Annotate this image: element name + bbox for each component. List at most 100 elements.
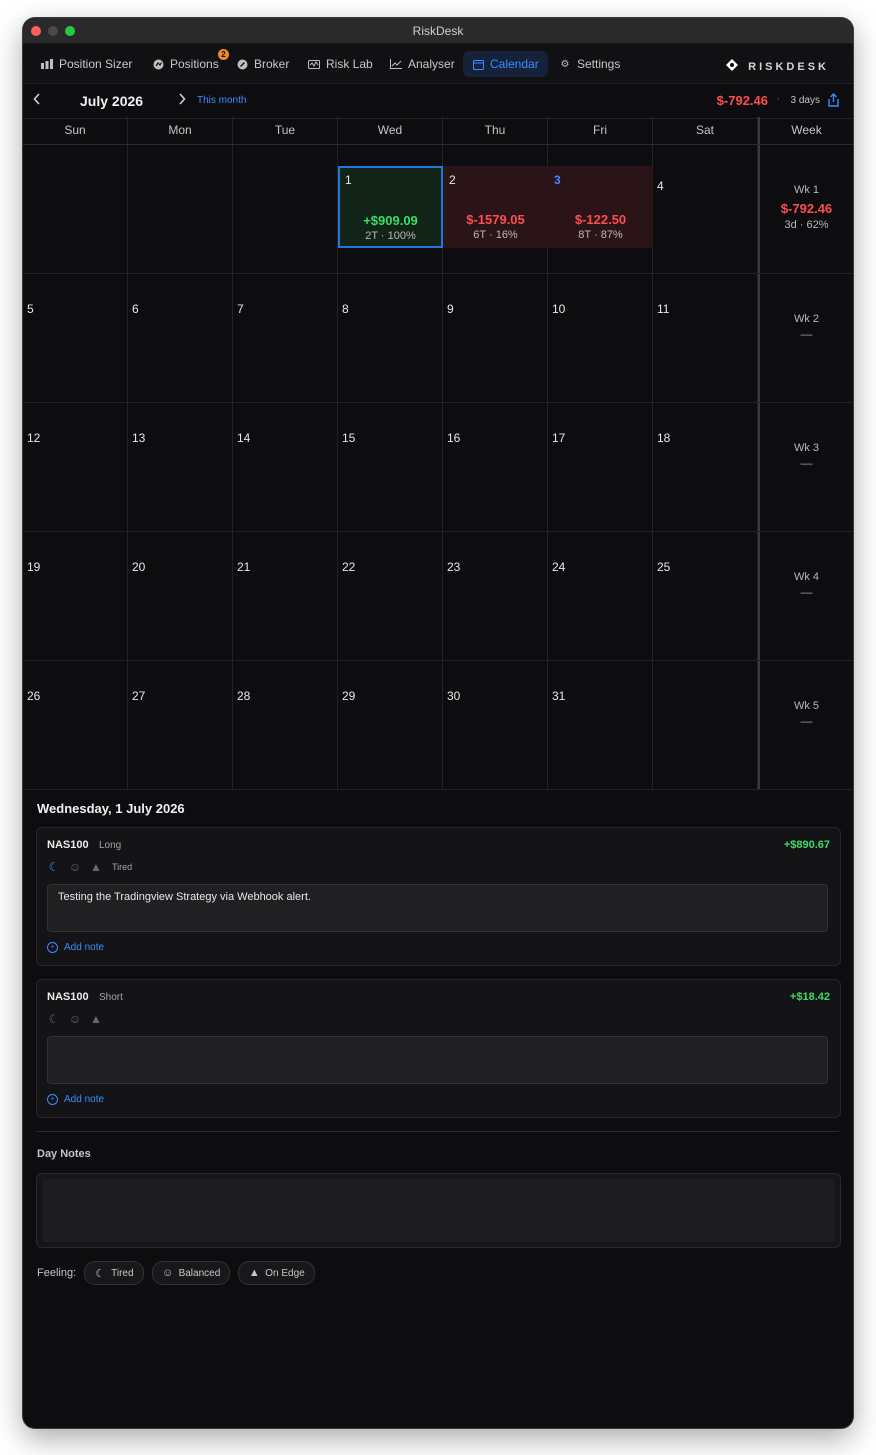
calendar-day-25[interactable]: 25 bbox=[653, 532, 758, 660]
share-icon[interactable] bbox=[827, 93, 841, 107]
calendar-day-6[interactable]: 6 bbox=[128, 274, 233, 402]
calendar-day-20[interactable]: 20 bbox=[128, 532, 233, 660]
day-tile-selected[interactable]: 1 +$909.09 2T · 100% bbox=[338, 166, 443, 248]
calendar-day-18[interactable]: 18 bbox=[653, 403, 758, 531]
calendar-day-21[interactable]: 21 bbox=[233, 532, 338, 660]
trade-feeling-icons: ☾ ☺ ▲ bbox=[47, 1012, 103, 1026]
balanced-smile-icon[interactable]: ☺ bbox=[68, 1012, 82, 1026]
riskdesk-logo-icon bbox=[726, 59, 739, 74]
calendar-day-17[interactable]: 17 bbox=[548, 403, 653, 531]
on-edge-warning-icon[interactable]: ▲ bbox=[89, 860, 103, 874]
calendar-day-22[interactable]: 22 bbox=[338, 532, 443, 660]
calendar-day-11[interactable]: 11 bbox=[653, 274, 758, 402]
add-note-button[interactable]: + Add note bbox=[47, 1094, 104, 1105]
weekday-sun: Sun bbox=[23, 117, 128, 144]
positions-count-badge: 2 bbox=[218, 49, 229, 60]
add-note-button[interactable]: + Add note bbox=[47, 942, 104, 953]
balanced-smile-icon[interactable]: ☺ bbox=[68, 860, 82, 874]
calendar-day-29[interactable]: 29 bbox=[338, 661, 443, 789]
positions-icon bbox=[152, 58, 164, 70]
warning-icon: ▲ bbox=[248, 1267, 260, 1279]
chip-label: On Edge bbox=[265, 1267, 305, 1279]
calendar-week-row: 26 27 28 29 30 31 Wk 5 — bbox=[23, 661, 853, 790]
feeling-label: Feeling: bbox=[37, 1267, 77, 1279]
nav-broker[interactable]: Broker bbox=[226, 51, 299, 77]
analyser-icon bbox=[390, 58, 402, 70]
feeling-chip-balanced[interactable]: ☺ Balanced bbox=[151, 1261, 231, 1285]
on-edge-warning-icon[interactable]: ▲ bbox=[89, 1012, 103, 1026]
nav-position-sizer[interactable]: Position Sizer bbox=[31, 51, 142, 77]
trade-feeling-icons: ☾ ☺ ▲ Tired bbox=[47, 860, 133, 874]
nav-risk-lab[interactable]: Risk Lab bbox=[298, 51, 383, 77]
tired-moon-icon[interactable]: ☾ bbox=[47, 860, 61, 874]
nav-label: Calendar bbox=[490, 57, 539, 71]
day-tile-today[interactable]: 3 $-122.50 8T · 87% bbox=[548, 166, 653, 248]
tired-moon-icon[interactable]: ☾ bbox=[47, 1012, 61, 1026]
nav-label: Position Sizer bbox=[59, 57, 133, 71]
day-notes-textarea[interactable] bbox=[42, 1179, 835, 1242]
calendar-day-10[interactable]: 10 bbox=[548, 274, 653, 402]
add-note-label: Add note bbox=[64, 1094, 105, 1105]
day-stats: 2T · 100% bbox=[365, 230, 416, 242]
calendar-day-26[interactable]: 26 bbox=[23, 661, 128, 789]
trade-note-field[interactable] bbox=[47, 1036, 828, 1084]
trade-note-text: Testing the Tradingview Strategy via Web… bbox=[58, 891, 311, 903]
day-stats: 8T · 87% bbox=[578, 229, 623, 241]
calendar-week-row: 1 +$909.09 2T · 100% 2 $-1579.05 6T · 16… bbox=[23, 145, 853, 274]
calendar-day-23[interactable]: 23 bbox=[443, 532, 548, 660]
calendar-day-8[interactable]: 8 bbox=[338, 274, 443, 402]
calendar-day-16[interactable]: 16 bbox=[443, 403, 548, 531]
week-empty-dash: — bbox=[800, 456, 813, 470]
day-number: 14 bbox=[237, 431, 251, 445]
nav-positions[interactable]: Positions bbox=[142, 51, 229, 77]
week-column-header: Week bbox=[758, 117, 853, 144]
calendar-day-30[interactable]: 30 bbox=[443, 661, 548, 789]
calendar-week-row: 19 20 21 22 23 24 25 Wk 4 — bbox=[23, 532, 853, 661]
calendar-day-19[interactable]: 19 bbox=[23, 532, 128, 660]
weekday-header: Sun Mon Tue Wed Thu Fri Sat Week bbox=[23, 117, 853, 145]
nav-settings[interactable]: ⚙ Settings bbox=[549, 51, 630, 77]
day-number: 28 bbox=[237, 689, 251, 703]
week-label: Wk 2 bbox=[793, 313, 820, 325]
calendar-day-28[interactable]: 28 bbox=[233, 661, 338, 789]
prev-month-chevron-left-icon[interactable] bbox=[33, 92, 41, 108]
trade-note-field[interactable]: Testing the Tradingview Strategy via Web… bbox=[47, 884, 828, 932]
calendar-day-24[interactable]: 24 bbox=[548, 532, 653, 660]
week-empty-dash: — bbox=[800, 714, 813, 728]
calendar-day-2[interactable]: 2 $-1579.05 6T · 16% bbox=[443, 145, 548, 273]
day-tile[interactable]: 2 $-1579.05 6T · 16% bbox=[443, 166, 548, 248]
calendar-day-14[interactable]: 14 bbox=[233, 403, 338, 531]
calendar-day-4[interactable]: 4 bbox=[653, 145, 758, 273]
next-month-chevron-right-icon[interactable] bbox=[178, 92, 186, 108]
day-number: 9 bbox=[447, 302, 454, 316]
weekday-tue: Tue bbox=[233, 117, 338, 144]
nav-analyser[interactable]: Analyser bbox=[380, 51, 465, 77]
day-number: 22 bbox=[342, 560, 356, 574]
app-window: RiskDesk Position Sizer Positions Broker… bbox=[23, 18, 853, 1428]
this-month-link[interactable]: This month bbox=[197, 95, 246, 106]
calendar-day-1[interactable]: 1 +$909.09 2T · 100% bbox=[338, 145, 443, 273]
calendar-day-9[interactable]: 9 bbox=[443, 274, 548, 402]
calendar-day-15[interactable]: 15 bbox=[338, 403, 443, 531]
day-feeling-row: Feeling: ☾ Tired ☺ Balanced ▲ On Edge bbox=[37, 1261, 315, 1285]
month-bar: July 2026 This month $-792.46 · 3 days bbox=[23, 84, 853, 119]
calendar-grid: Sun Mon Tue Wed Thu Fri Sat Week 1 +$909… bbox=[23, 117, 853, 790]
day-pnl: $-1579.05 bbox=[466, 212, 525, 227]
feeling-chip-on-edge[interactable]: ▲ On Edge bbox=[238, 1261, 315, 1285]
day-notes-field[interactable] bbox=[36, 1173, 841, 1248]
nav-label: Settings bbox=[577, 57, 621, 71]
calendar-day-31[interactable]: 31 bbox=[548, 661, 653, 789]
current-month-label: July 2026 bbox=[80, 93, 144, 109]
calendar-day-27[interactable]: 27 bbox=[128, 661, 233, 789]
calendar-day-7[interactable]: 7 bbox=[233, 274, 338, 402]
nav-calendar[interactable]: Calendar bbox=[463, 51, 548, 77]
day-number: 6 bbox=[132, 302, 139, 316]
calendar-day-5[interactable]: 5 bbox=[23, 274, 128, 402]
calendar-day-12[interactable]: 12 bbox=[23, 403, 128, 531]
calendar-day-13[interactable]: 13 bbox=[128, 403, 233, 531]
calendar-day-3[interactable]: 3 $-122.50 8T · 87% bbox=[548, 145, 653, 273]
month-pnl: $-792.46 bbox=[716, 93, 768, 108]
feeling-chip-tired[interactable]: ☾ Tired bbox=[84, 1261, 144, 1285]
title-bar: RiskDesk bbox=[23, 18, 853, 44]
risk-lab-icon bbox=[308, 58, 320, 70]
